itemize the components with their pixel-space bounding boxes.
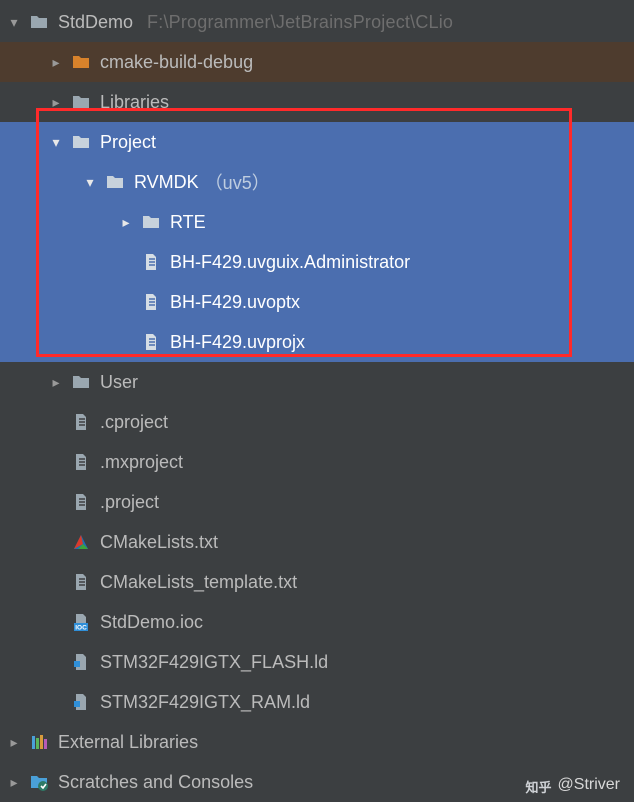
folder-icon bbox=[70, 91, 92, 113]
file-icon bbox=[140, 291, 162, 313]
library-icon bbox=[28, 731, 50, 753]
node-label: RTE bbox=[170, 212, 206, 233]
node-label: cmake-build-debug bbox=[100, 52, 253, 73]
tree-node-rvmdk[interactable]: ▾ RVMDK （uv5） bbox=[0, 162, 634, 202]
tree-node-cmake-build-debug[interactable]: ▸ cmake-build-debug bbox=[0, 42, 634, 82]
ioc-icon bbox=[70, 611, 92, 633]
node-label: StdDemo bbox=[58, 12, 133, 33]
file-icon bbox=[140, 251, 162, 273]
folder-icon bbox=[70, 371, 92, 393]
node-label: STM32F429IGTX_FLASH.ld bbox=[100, 652, 328, 673]
node-label: Libraries bbox=[100, 92, 169, 113]
node-label: Scratches and Consoles bbox=[58, 772, 253, 793]
folder-icon bbox=[28, 11, 50, 33]
tree-node-rte[interactable]: ▸ RTE bbox=[0, 202, 634, 242]
tree-node-file[interactable]: ▸ StdDemo.ioc bbox=[0, 602, 634, 642]
node-label: .cproject bbox=[100, 412, 168, 433]
tree-node-libraries[interactable]: ▸ Libraries bbox=[0, 82, 634, 122]
node-label: CMakeLists.txt bbox=[100, 532, 218, 553]
tree-node-file[interactable]: ▸ BH-F429.uvprojx bbox=[0, 322, 634, 362]
tree-node-root[interactable]: ▾ StdDemo F:\Programmer\JetBrainsProject… bbox=[0, 2, 634, 42]
node-label: External Libraries bbox=[58, 732, 198, 753]
folder-icon bbox=[70, 51, 92, 73]
chevron-right-icon[interactable]: ▸ bbox=[6, 774, 22, 791]
node-label: StdDemo.ioc bbox=[100, 612, 203, 633]
project-tree[interactable]: ▾ StdDemo F:\Programmer\JetBrainsProject… bbox=[0, 0, 634, 802]
file-icon bbox=[140, 331, 162, 353]
path-hint: F:\Programmer\JetBrainsProject\CLio bbox=[147, 12, 453, 33]
tree-node-file[interactable]: ▸ BH-F429.uvguix.Administrator bbox=[0, 242, 634, 282]
node-label: CMakeLists_template.txt bbox=[100, 572, 297, 593]
tree-node-file[interactable]: ▸ BH-F429.uvoptx bbox=[0, 282, 634, 322]
ld-file-icon bbox=[70, 691, 92, 713]
ld-file-icon bbox=[70, 651, 92, 673]
tree-node-file[interactable]: ▸ STM32F429IGTX_FLASH.ld bbox=[0, 642, 634, 682]
node-label: .mxproject bbox=[100, 452, 183, 473]
node-label: BH-F429.uvguix.Administrator bbox=[170, 252, 410, 273]
tree-node-project[interactable]: ▾ Project bbox=[0, 122, 634, 162]
file-icon bbox=[70, 451, 92, 473]
tree-node-file[interactable]: ▸ .project bbox=[0, 482, 634, 522]
node-suffix: （uv5） bbox=[205, 169, 270, 195]
tree-node-file[interactable]: ▸ .mxproject bbox=[0, 442, 634, 482]
node-label: .project bbox=[100, 492, 159, 513]
watermark-author: @Striver bbox=[558, 776, 620, 794]
folder-icon bbox=[140, 211, 162, 233]
chevron-right-icon[interactable]: ▸ bbox=[48, 374, 64, 391]
node-label: BH-F429.uvoptx bbox=[170, 292, 300, 313]
scratches-icon bbox=[28, 771, 50, 793]
tree-node-file[interactable]: ▸ STM32F429IGTX_RAM.ld bbox=[0, 682, 634, 722]
node-label: RVMDK bbox=[134, 172, 199, 193]
file-icon bbox=[70, 491, 92, 513]
cmake-icon bbox=[70, 531, 92, 553]
file-icon bbox=[70, 571, 92, 593]
file-icon bbox=[70, 411, 92, 433]
folder-icon bbox=[70, 131, 92, 153]
folder-icon bbox=[104, 171, 126, 193]
tree-node-file[interactable]: ▸ CMakeLists.txt bbox=[0, 522, 634, 562]
chevron-right-icon[interactable]: ▸ bbox=[6, 734, 22, 751]
node-label: User bbox=[100, 372, 138, 393]
tree-node-user[interactable]: ▸ User bbox=[0, 362, 634, 402]
node-label: Project bbox=[100, 132, 156, 153]
tree-node-file[interactable]: ▸ CMakeLists_template.txt bbox=[0, 562, 634, 602]
node-label: BH-F429.uvprojx bbox=[170, 332, 305, 353]
chevron-right-icon[interactable]: ▸ bbox=[48, 94, 64, 111]
tree-node-file[interactable]: ▸ .cproject bbox=[0, 402, 634, 442]
watermark: 知乎 @Striver bbox=[526, 776, 620, 794]
chevron-down-icon[interactable]: ▾ bbox=[48, 134, 64, 151]
zhihu-logo-icon: 知乎 bbox=[526, 777, 552, 793]
chevron-down-icon[interactable]: ▾ bbox=[6, 14, 22, 31]
tree-node-external-libraries[interactable]: ▸ External Libraries bbox=[0, 722, 634, 762]
chevron-down-icon[interactable]: ▾ bbox=[82, 174, 98, 191]
chevron-right-icon[interactable]: ▸ bbox=[118, 214, 134, 231]
node-label: STM32F429IGTX_RAM.ld bbox=[100, 692, 310, 713]
chevron-right-icon[interactable]: ▸ bbox=[48, 54, 64, 71]
